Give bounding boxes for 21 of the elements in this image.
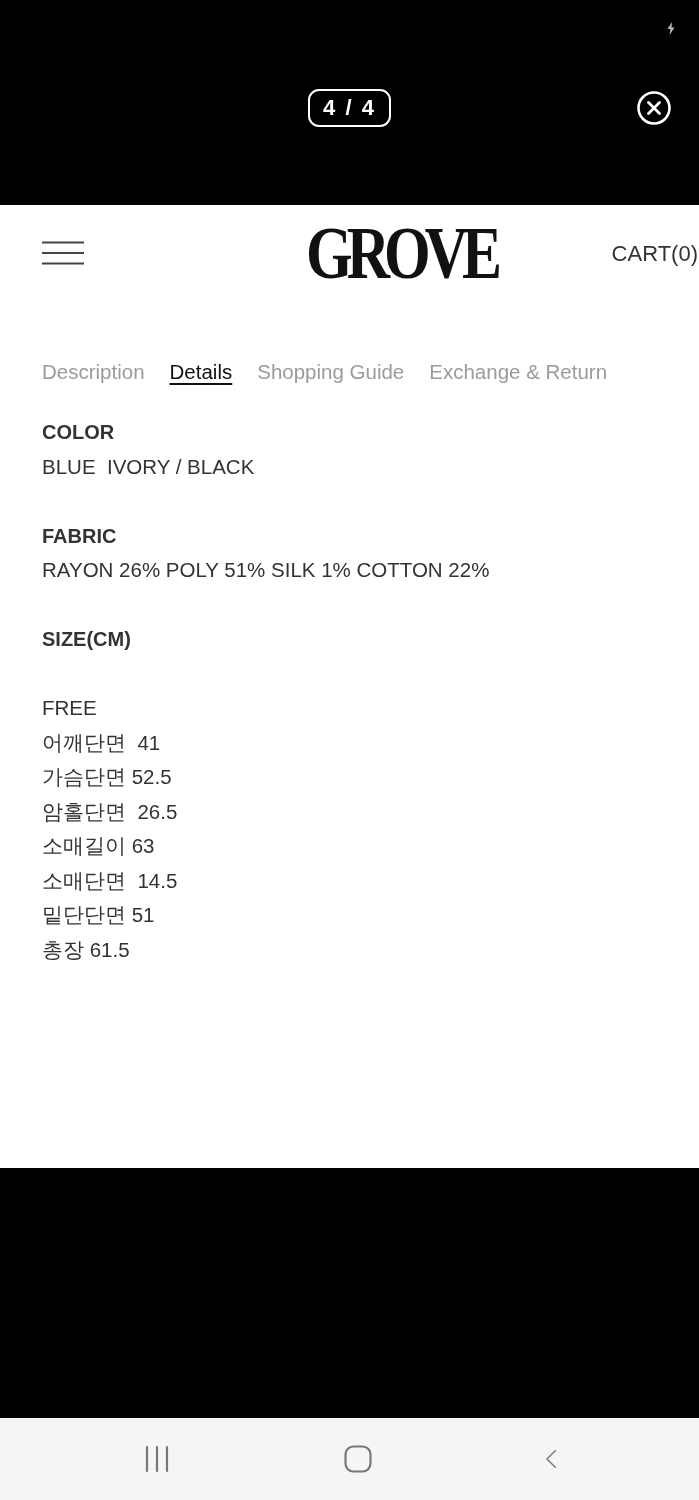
size-measurement: 밑단단면 51 bbox=[42, 902, 156, 928]
page-counter: 4 / 4 bbox=[308, 89, 391, 127]
lightning-icon bbox=[667, 21, 675, 35]
menu-icon[interactable] bbox=[42, 241, 84, 265]
detail-text: BLUE IVORY / BLACK bbox=[42, 453, 256, 480]
section-heading: COLOR bbox=[42, 420, 116, 445]
home-icon[interactable] bbox=[343, 1445, 372, 1473]
size-measurement: 소매길이 63 bbox=[42, 833, 156, 859]
size-measurement: 소매단면 14.5 bbox=[42, 867, 179, 894]
section-heading: SIZE(CM) bbox=[42, 627, 132, 652]
detail-text: RAYON 26% POLY 51% SILK 1% COTTON 22% bbox=[42, 557, 491, 583]
brand-logo[interactable]: GROVE bbox=[306, 221, 497, 285]
size-measurement: FREE bbox=[42, 695, 98, 721]
tab[interactable]: Details bbox=[169, 357, 233, 387]
size-measurement: 어깨단면 41 bbox=[42, 729, 162, 756]
close-icon[interactable] bbox=[637, 91, 671, 125]
size-measurement: 총장 61.5 bbox=[42, 936, 131, 963]
cart-link[interactable]: CART(0) bbox=[611, 236, 698, 270]
size-measurement: 암홀단면 26.5 bbox=[42, 798, 179, 825]
section-heading: FABRIC bbox=[42, 523, 118, 549]
size-measurement: 가슴단면 52.5 bbox=[42, 764, 173, 790]
